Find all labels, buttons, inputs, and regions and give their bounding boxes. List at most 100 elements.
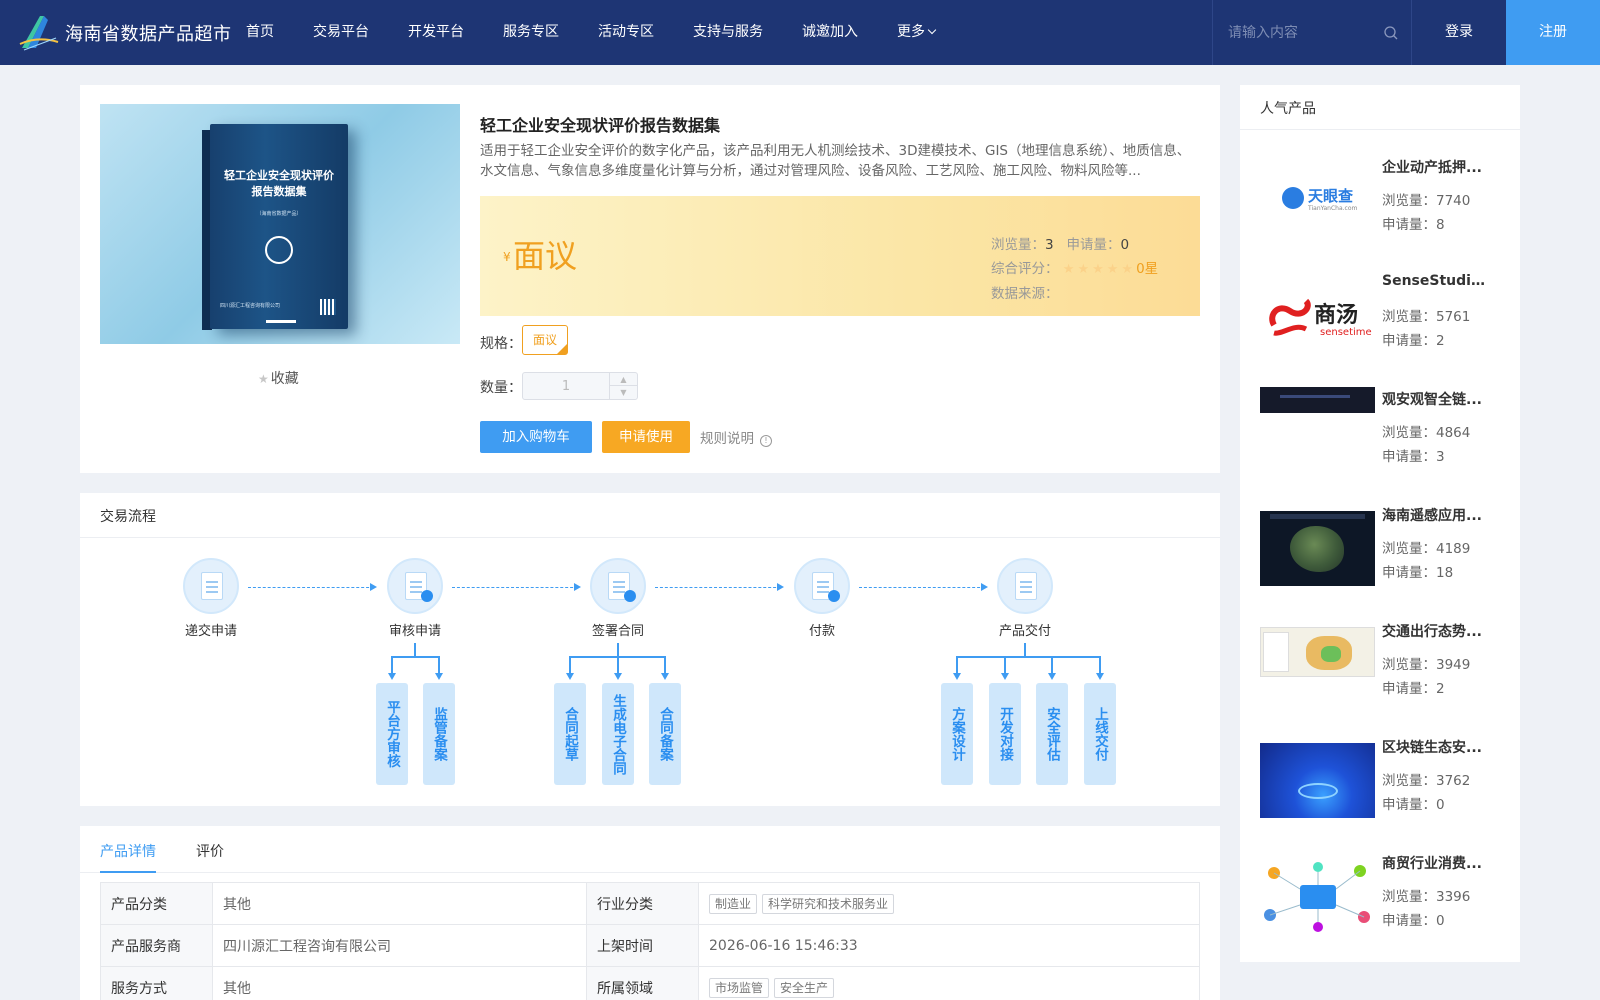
tree-line: [1004, 656, 1006, 674]
popular-item[interactable]: 商贸行业消费... 浏览量：3396 申请量：0: [1260, 853, 1500, 953]
thumb-panel: [1263, 632, 1289, 672]
sensetime-logo-thumbnail: 商汤 sensetime: [1260, 279, 1375, 354]
step-review: 审核申请: [370, 558, 460, 639]
arrow-down-icon: [953, 673, 961, 680]
tab-reviews[interactable]: 评价: [196, 841, 224, 861]
popular-item-views: 浏览量：3949: [1382, 657, 1471, 673]
nav-services[interactable]: 服务专区: [503, 0, 559, 65]
detail-key: 产品服务商: [100, 924, 213, 967]
product-card: 轻工企业安全现状评价报告数据集 （海南省数据产品） 四川源汇工程咨询有限公司 ★…: [80, 85, 1220, 473]
flow-substep: 监管备案: [423, 683, 455, 785]
nav-more-label: 更多: [897, 24, 925, 40]
step-label: 签署合同: [591, 624, 644, 639]
tree-line: [956, 656, 1101, 658]
favorite-button[interactable]: ★ 收藏: [258, 368, 299, 388]
spec-label: 规格：: [480, 336, 522, 352]
apply-button[interactable]: 申请使用: [602, 421, 690, 453]
book-title: 轻工企业安全现状评价报告数据集: [224, 169, 334, 198]
search-input[interactable]: [1228, 22, 1378, 44]
detail-value: 2026-06-16 15:46:33: [698, 924, 1200, 967]
search-box: [1212, 0, 1412, 65]
flow-arrow: [452, 583, 581, 591]
popular-item-applies: 申请量：0: [1382, 797, 1445, 813]
tree-line: [617, 656, 619, 674]
tree-line: [569, 656, 571, 674]
popular-header: 人气产品: [1240, 85, 1520, 130]
flow-substep: 开发对接: [989, 683, 1021, 785]
product-description: 适用于轻工企业安全评价的数字化产品，该产品利用无人机测绘技术、3D建模技术、GI…: [480, 143, 1191, 179]
nav-home[interactable]: 首页: [246, 0, 274, 65]
arrow-down-icon: [661, 673, 669, 680]
quantity-stepper: ▲ ▼: [522, 372, 638, 400]
popular-item-views: 浏览量：3396: [1382, 889, 1471, 905]
flow-substep: 合同备案: [649, 683, 681, 785]
tianyancha-logo-icon: [1282, 187, 1304, 209]
trade-flow-card: 交易流程 递交申请 审核申请 签署合同 付款 产品交付 平台方审核 监管备案 合…: [80, 493, 1220, 806]
popular-title: 人气产品: [1260, 101, 1316, 117]
popular-item-name: 企业动产抵押...: [1382, 160, 1482, 176]
nav-dev[interactable]: 开发平台: [408, 0, 464, 65]
popular-item-applies: 申请量：2: [1382, 333, 1445, 349]
chevron-up-icon[interactable]: ▲: [610, 373, 637, 386]
popular-item-name: 海南遥感应用...: [1382, 508, 1482, 524]
qty-label: 数量：: [480, 380, 522, 396]
rating-label: 综合评分：: [991, 261, 1059, 277]
currency-symbol: ¥: [503, 250, 511, 264]
thumb-bar: [1280, 395, 1350, 398]
arrow-down-icon: [1001, 673, 1009, 680]
popular-item[interactable]: 观安观智全链... 浏览量：4864 申请量：3: [1260, 387, 1500, 489]
site-title[interactable]: 海南省数据产品超市: [65, 20, 232, 46]
industry-tag: 科学研究和技术服务业: [762, 893, 895, 914]
spec-option[interactable]: 面议: [522, 325, 568, 355]
nav-more[interactable]: 更多: [897, 0, 937, 65]
flow-substep: 方案设计: [941, 683, 973, 785]
chevron-down-icon[interactable]: ▼: [610, 386, 637, 399]
popular-item[interactable]: 区块链生态安... 浏览量：3762 申请量：0: [1260, 737, 1500, 837]
flow-arrow: [655, 583, 784, 591]
detail-value: 其他: [212, 966, 587, 1000]
table-row: 产品服务商 四川源汇工程咨询有限公司 上架时间 2026-06-16 15:46…: [100, 924, 1200, 967]
site-logo-icon[interactable]: [18, 12, 60, 52]
add-to-cart-button[interactable]: 加入购物车: [480, 421, 592, 453]
detail-key: 所属领域: [586, 966, 699, 1000]
login-button[interactable]: 登录: [1412, 0, 1506, 65]
step-deliver: 产品交付: [980, 558, 1070, 639]
arrow-down-icon: [1048, 673, 1056, 680]
chevron-down-icon: [927, 25, 937, 35]
island-shape: [1290, 526, 1344, 572]
popular-item[interactable]: 商汤 sensetime SenseStudio... 浏览量：5761 申请量…: [1260, 273, 1500, 373]
detail-tags: 制造业 科学研究和技术服务业: [698, 882, 1200, 925]
popular-item[interactable]: 海南遥感应用... 浏览量：4189 申请量：18: [1260, 505, 1500, 605]
sign-document-icon: [590, 558, 646, 614]
flow-header: 交易流程: [80, 493, 1220, 538]
active-tab-indicator: [100, 871, 156, 873]
tree-line: [956, 656, 958, 674]
arrow-down-icon: [435, 673, 443, 680]
favorite-label: 收藏: [270, 371, 299, 387]
nav-activities[interactable]: 活动专区: [598, 0, 654, 65]
nav-join[interactable]: 诚邀加入: [802, 0, 858, 65]
rating-value: 0星: [1136, 261, 1159, 277]
spec-option-label: 面议: [532, 333, 557, 347]
popular-item[interactable]: 交通出行态势... 浏览量：3949 申请量：2: [1260, 621, 1500, 721]
popular-item-applies: 申请量：18: [1382, 565, 1454, 581]
price-value: 面议: [513, 237, 578, 275]
product-title: 轻工企业安全现状评价报告数据集: [480, 116, 721, 135]
tree-line: [617, 643, 619, 657]
nav-trading[interactable]: 交易平台: [313, 0, 369, 65]
tree-line: [1024, 643, 1026, 657]
product-image[interactable]: 轻工企业安全现状评价报告数据集 （海南省数据产品） 四川源汇工程咨询有限公司: [100, 104, 460, 344]
popular-item[interactable]: 天眼查 TianYanCha.com 企业动产抵押... 浏览量：7740 申请…: [1260, 157, 1500, 257]
nav-support[interactable]: 支持与服务: [693, 0, 763, 65]
views-count: 3: [1045, 237, 1054, 253]
tab-product-details[interactable]: 产品详情: [100, 841, 156, 861]
quantity-input[interactable]: [523, 373, 609, 399]
network-diagram-thumbnail: [1260, 859, 1375, 934]
qr-code-icon: [320, 299, 336, 315]
arrow-down-icon: [1096, 673, 1104, 680]
rules-label: 规则说明: [700, 431, 754, 447]
register-button[interactable]: 注册: [1506, 0, 1600, 65]
rules-link[interactable]: 规则说明!: [700, 427, 772, 447]
popular-item-name: 交通出行态势...: [1382, 624, 1482, 640]
search-icon[interactable]: [1383, 25, 1399, 41]
